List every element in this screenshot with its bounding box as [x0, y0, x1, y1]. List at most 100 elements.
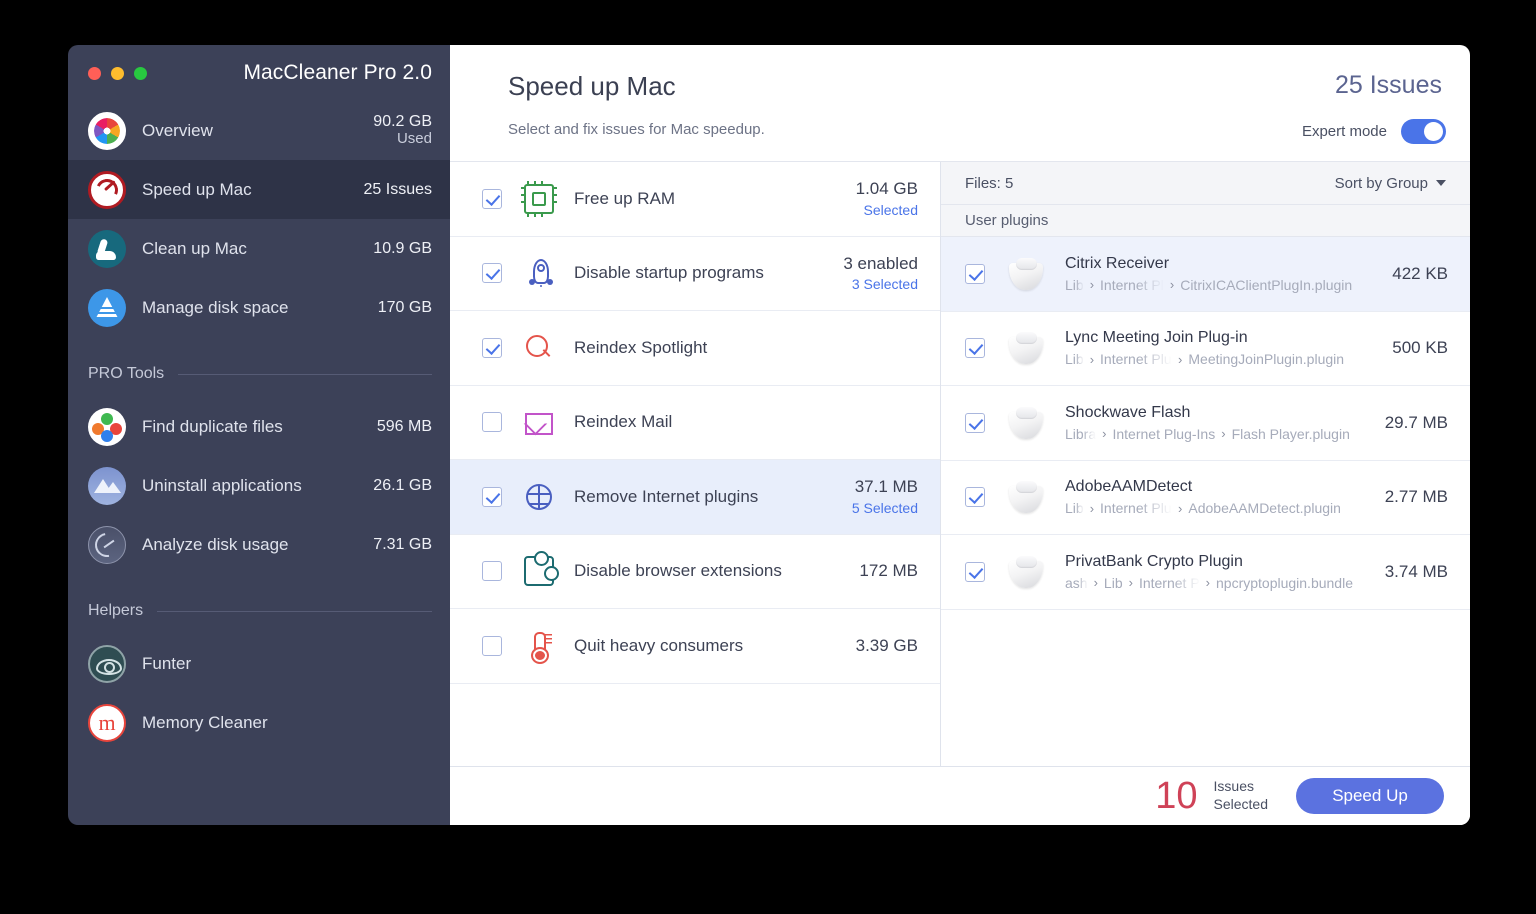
breadcrumb-separator-icon: ›	[1093, 575, 1098, 591]
issue-row-quit-heavy-consumers[interactable]: Quit heavy consumers 3.39 GB	[450, 609, 940, 684]
issue-value: 1.04 GB Selected	[856, 179, 918, 218]
breadcrumb-separator-icon: ›	[1089, 500, 1095, 516]
eye-icon	[88, 644, 126, 683]
issue-row-reindex-mail[interactable]: Reindex Mail	[450, 386, 940, 460]
breadcrumb-separator-icon: ›	[1128, 575, 1133, 591]
breadcrumb-separator-icon: ›	[1089, 351, 1095, 367]
issue-row-disable-startup-programs[interactable]: Disable startup programs 3 enabled 3 Sel…	[450, 237, 940, 311]
sidebar-item-manage-disk-space[interactable]: Manage disk space 170 GB	[68, 278, 450, 337]
issue-checkbox[interactable]	[482, 412, 502, 433]
file-name: AdobeAAMDetect	[1065, 478, 1193, 496]
issue-row-free-up-ram[interactable]: Free up RAM 1.04 GB Selected	[450, 162, 940, 237]
expert-mode-toggle[interactable]	[1401, 119, 1446, 144]
file-row-shockwave-flash[interactable]: Shockwave Flash Libra › Internet Plug-In…	[941, 386, 1470, 461]
files-count-label: Files: 5	[965, 174, 1014, 192]
vacuum-icon	[88, 229, 126, 268]
sidebar-item-analyze-disk-usage[interactable]: Analyze disk usage 7.31 GB	[68, 515, 450, 574]
memory-m-icon	[88, 703, 126, 742]
pro-tools-label: PRO Tools	[88, 365, 165, 382]
breadcrumb-segment: Internet Plug	[1100, 500, 1173, 517]
breadcrumb-segment: Libra	[1065, 425, 1097, 442]
sidebar-item-find-duplicate-files[interactable]: Find duplicate files 596 MB	[68, 397, 450, 456]
issue-checkbox[interactable]	[482, 486, 502, 507]
file-row-adobeaamdetect[interactable]: AdobeAAMDetect Lib › Internet Plug › Ado…	[941, 461, 1470, 535]
minimize-button[interactable]	[111, 66, 124, 80]
file-checkbox[interactable]	[965, 412, 985, 433]
overview-icon	[88, 111, 126, 150]
issue-checkbox[interactable]	[482, 561, 502, 582]
app-title: MacCleaner Pro 2.0	[243, 61, 432, 84]
issues-list: Free up RAM 1.04 GB Selected Disable sta…	[450, 162, 941, 766]
file-size: 29.7 MB	[1384, 412, 1448, 432]
file-name: Citrix Receiver	[1065, 254, 1170, 272]
sidebar: MacCleaner Pro 2.0 Overview 90.2 GB Used…	[68, 45, 450, 825]
sidebar-item-speed-up-mac[interactable]: Speed up Mac 25 Issues	[68, 160, 450, 219]
page-title: Speed up Mac	[508, 71, 676, 101]
close-button[interactable]	[88, 66, 101, 80]
breadcrumb-segment: MeetingJoinPlugin.plugin	[1188, 351, 1345, 368]
zoom-button[interactable]	[134, 66, 147, 80]
thermometer-icon	[524, 631, 554, 664]
breadcrumb-segment: Lib	[1065, 351, 1084, 368]
file-checkbox[interactable]	[965, 263, 985, 284]
issue-row-reindex-spotlight[interactable]: Reindex Spotlight	[450, 311, 940, 386]
breadcrumb-separator-icon: ›	[1102, 426, 1107, 442]
breadcrumb-separator-icon: ›	[1221, 426, 1226, 442]
sort-by-dropdown[interactable]: Sort by Group	[1335, 175, 1446, 192]
issue-checkbox[interactable]	[482, 337, 502, 358]
rocket-icon	[524, 258, 554, 288]
file-checkbox[interactable]	[965, 487, 985, 508]
issue-checkbox[interactable]	[482, 635, 502, 656]
file-row-lync-meeting-join-plug-in[interactable]: Lync Meeting Join Plug-in Lib › Internet…	[941, 312, 1470, 386]
file-name: Shockwave Flash	[1065, 403, 1191, 421]
file-row-citrix-receiver[interactable]: Citrix Receiver Lib › Internet Pl › Citr…	[941, 237, 1470, 312]
cpu-chip-icon	[521, 180, 557, 217]
globe-icon	[524, 482, 554, 512]
sidebar-item-value: 596 MB	[376, 417, 432, 435]
issue-label: Remove Internet plugins	[574, 486, 759, 506]
selected-issues-label: Issues Selected	[1214, 778, 1268, 814]
traffic-lights	[88, 66, 147, 80]
helpers-label: Helpers	[88, 602, 144, 619]
breadcrumb-segment: Internet P	[1138, 574, 1200, 591]
issue-checkbox[interactable]	[482, 263, 502, 284]
speed-up-button[interactable]: Speed Up	[1296, 778, 1444, 814]
expert-mode-label: Expert mode	[1301, 123, 1387, 140]
issues-total-badge: 25 Issues	[1334, 71, 1442, 99]
breadcrumb-segment: npcryptoplugin.bundle	[1216, 574, 1353, 591]
issue-row-remove-internet-plugins[interactable]: Remove Internet plugins 37.1 MB 5 Select…	[450, 460, 940, 535]
files-group-header: User plugins	[941, 205, 1470, 237]
file-row-privatbank-crypto-plugin[interactable]: PrivatBank Crypto Plugin ash › Lib › Int…	[941, 535, 1470, 610]
issue-value-main: 3.39 GB	[855, 635, 918, 655]
sidebar-item-memory-cleaner[interactable]: Memory Cleaner	[68, 693, 450, 752]
sidebar-item-value: 90.2 GB Used	[373, 113, 432, 148]
sidebar-item-label: Clean up Mac	[142, 238, 247, 258]
issue-value-selected: 3 Selected	[851, 276, 918, 293]
file-checkbox[interactable]	[965, 338, 985, 359]
issue-value: 3 enabled 3 Selected	[843, 254, 918, 293]
sidebar-item-value-sub: Used	[396, 130, 432, 148]
magnifier-icon	[524, 333, 554, 363]
sort-by-label: Sort by Group	[1334, 174, 1428, 192]
sidebar-item-funter[interactable]: Funter	[68, 634, 450, 693]
sidebar-item-value: 25 Issues	[363, 180, 432, 198]
sidebar-item-clean-up-mac[interactable]: Clean up Mac 10.9 GB	[68, 219, 450, 278]
file-checkbox[interactable]	[965, 561, 985, 582]
issue-label: Free up RAM	[574, 188, 676, 208]
breadcrumb-separator-icon: ›	[1178, 351, 1183, 367]
issue-checkbox[interactable]	[482, 188, 502, 209]
breadcrumb-segment: Internet Plug-Ins	[1112, 425, 1216, 442]
breadcrumb-segment: Lib	[1103, 574, 1123, 591]
helpers-section-header: Helpers	[68, 588, 450, 634]
file-info: Citrix Receiver Lib › Internet Pl › Citr…	[1065, 255, 1378, 293]
expert-mode-control[interactable]: Expert mode	[1302, 119, 1446, 144]
file-size: 3.74 MB	[1384, 561, 1448, 581]
sidebar-item-label: Speed up Mac	[142, 179, 252, 199]
file-info: PrivatBank Crypto Plugin ash › Lib › Int…	[1065, 553, 1371, 591]
sidebar-item-label: Funter	[142, 653, 192, 673]
selected-label-line2: Selected	[1213, 796, 1268, 812]
file-size: 422 KB	[1392, 263, 1448, 283]
sidebar-item-overview[interactable]: Overview 90.2 GB Used	[68, 101, 450, 160]
issue-row-disable-browser-extensions[interactable]: Disable browser extensions 172 MB	[450, 535, 940, 609]
sidebar-item-uninstall-applications[interactable]: Uninstall applications 26.1 GB	[68, 456, 450, 515]
